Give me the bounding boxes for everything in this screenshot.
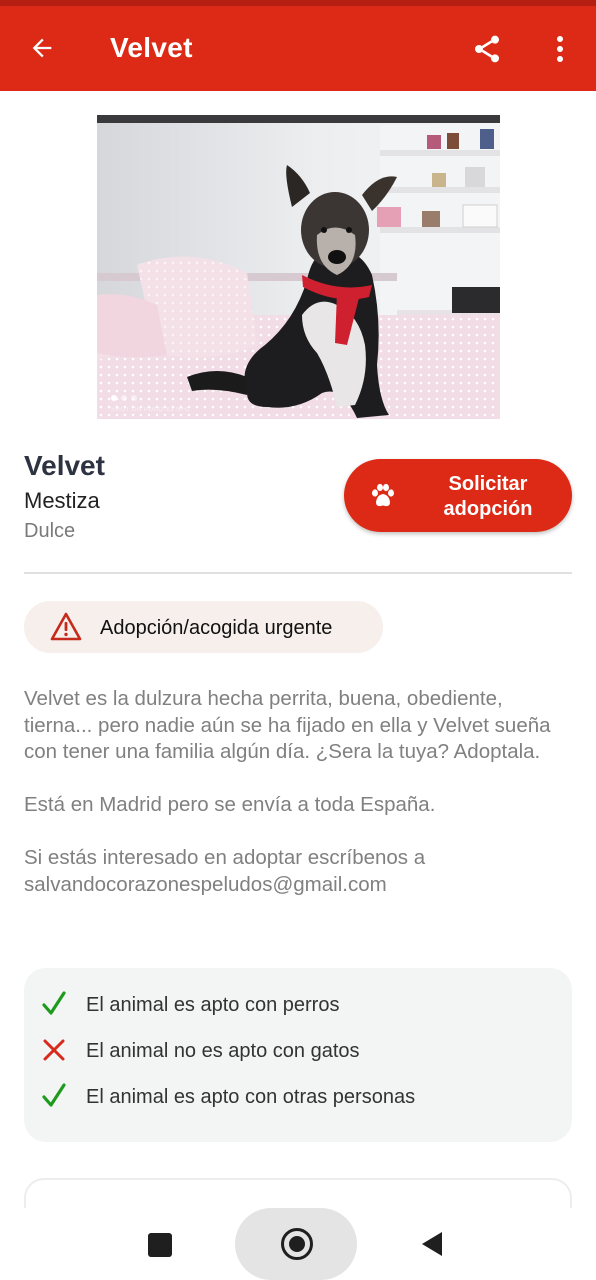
share-button[interactable] (466, 28, 508, 70)
compatibility-card: El animal es apto con perros El animal n… (24, 968, 572, 1142)
pet-photo[interactable]: SHOT ON POCO X3 NFC (97, 115, 500, 419)
compatibility-item: El animal es apto con otras personas (24, 1076, 572, 1116)
pet-breed: Mestiza (24, 488, 100, 513)
pet-temperament: Dulce (24, 520, 76, 542)
compatibility-item: El animal es apto con perros (24, 984, 572, 1024)
description-paragraph: Está en Madrid pero se envía a toda Espa… (24, 793, 436, 816)
compatibility-text: El animal no es apto con gatos (86, 1040, 360, 1062)
description-paragraph: Si estás interesado en adoptar escríbeno… (24, 846, 426, 896)
divider (24, 572, 572, 574)
arrow-left-icon (32, 38, 52, 58)
request-adoption-button[interactable]: Solicitar adopción (344, 459, 572, 532)
system-nav-bar (0, 1208, 596, 1280)
pet-photo-image (97, 115, 500, 419)
photo-watermark: SHOT ON POCO X3 NFC (111, 407, 191, 413)
more-options-button[interactable] (540, 28, 580, 70)
check-icon (42, 991, 66, 1015)
description-paragraph: Velvet es la dulzura hecha perrita, buen… (24, 687, 551, 763)
cross-icon (43, 1039, 65, 1061)
request-adoption-label: Solicitar adopción (443, 473, 533, 520)
compatibility-text: El animal es apto con perros (86, 994, 340, 1016)
warning-triangle-icon (50, 612, 82, 641)
recents-button[interactable] (148, 1233, 172, 1257)
pet-description: Velvet es la dulzura hecha perrita, buen… (24, 686, 572, 925)
compatibility-text: El animal es apto con otras personas (86, 1086, 416, 1108)
urgent-badge: Adopción/acogida urgente (24, 601, 383, 653)
page-title: Velvet (110, 32, 193, 63)
home-dot-icon (289, 1236, 305, 1252)
back-button[interactable] (22, 28, 62, 68)
paw-icon (372, 483, 394, 507)
system-back-icon[interactable] (420, 1230, 444, 1258)
pet-name: Velvet (24, 450, 105, 481)
share-icon (475, 35, 499, 63)
home-button[interactable] (235, 1208, 357, 1280)
urgent-badge-label: Adopción/acogida urgente (100, 617, 333, 639)
app-bar: Velvet (0, 6, 596, 91)
check-icon (42, 1083, 66, 1107)
more-vertical-icon (557, 36, 563, 62)
compatibility-item: El animal no es apto con gatos (24, 1030, 572, 1070)
